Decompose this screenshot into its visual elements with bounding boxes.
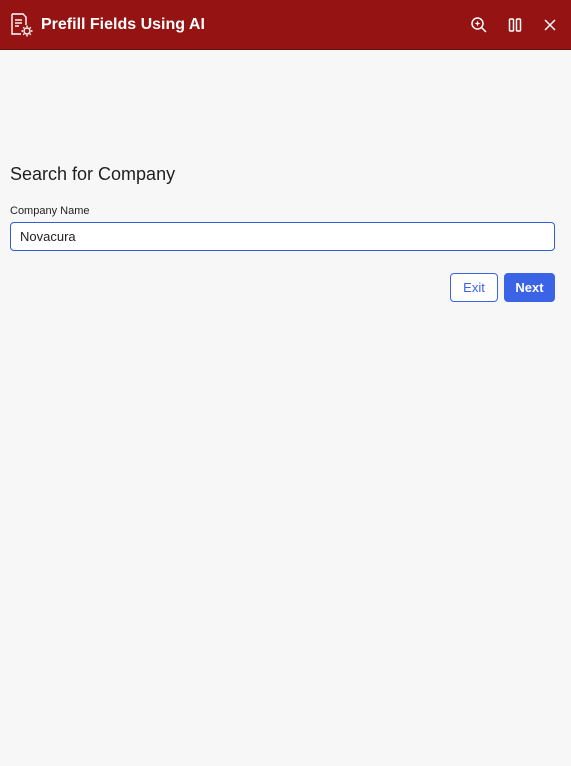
page-title: Search for Company xyxy=(10,164,176,184)
zoom-ai-icon[interactable] xyxy=(467,13,491,37)
close-icon[interactable] xyxy=(538,13,562,37)
company-name-input[interactable] xyxy=(10,222,555,251)
title-bar: Prefill Fields Using AI xyxy=(0,0,571,50)
exit-button[interactable]: Exit xyxy=(450,273,498,302)
company-name-label: Company Name xyxy=(10,205,90,217)
prefill-dialog: Prefill Fields Using AI Search for Compa… xyxy=(0,0,571,766)
window-title: Prefill Fields Using AI xyxy=(41,16,205,33)
form-settings-icon xyxy=(9,12,34,38)
split-view-icon[interactable] xyxy=(503,13,527,37)
next-button[interactable]: Next xyxy=(504,273,555,302)
